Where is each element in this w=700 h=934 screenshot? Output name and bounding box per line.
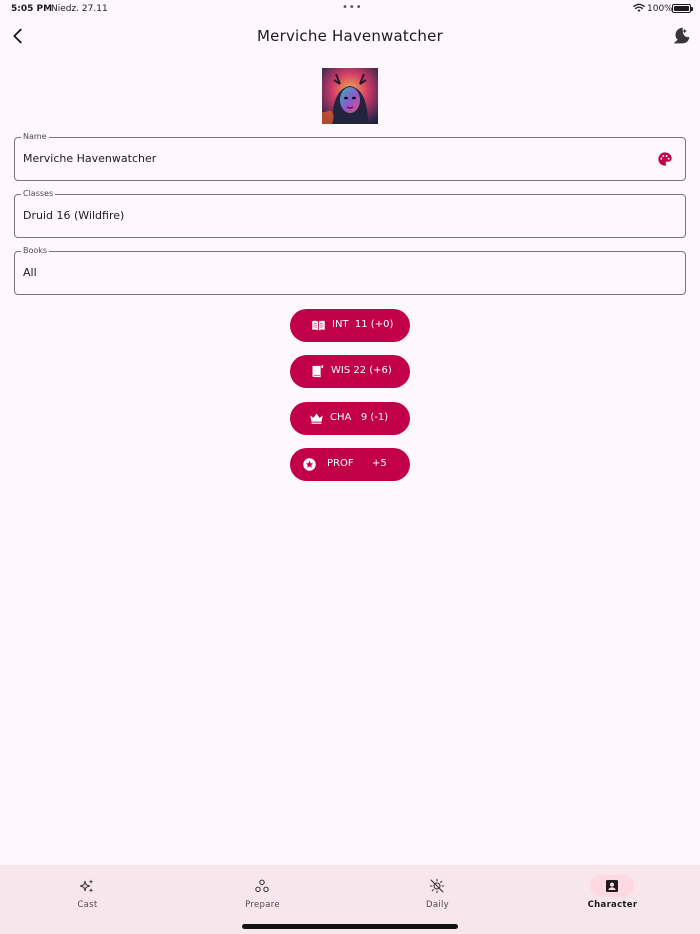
wis-stat-button[interactable]: WIS 22 (+6) — [290, 355, 410, 388]
status-date: Niedz. 27.11 — [51, 4, 108, 14]
battery-percent: 100% — [647, 4, 673, 14]
nav-label-cast: Cast — [77, 900, 98, 910]
multitasking-dots[interactable]: ••• — [342, 2, 363, 13]
int-stat-label: INT 11 (+0) — [332, 319, 394, 330]
nav-label-daily: Daily — [425, 900, 449, 910]
nav-icon-container — [590, 875, 634, 897]
home-indicator[interactable] — [242, 924, 458, 929]
nav-icon-container — [415, 875, 459, 897]
nav-item-character[interactable]: Character — [525, 865, 700, 925]
nav-item-daily[interactable]: Daily — [350, 865, 525, 925]
page-title: Merviche Havenwatcher — [257, 27, 443, 45]
character-page: 5:05 PM Niedz. 27.11 ••• 100% Merviche H… — [0, 0, 700, 934]
name-field-value[interactable]: Merviche Havenwatcher — [23, 152, 156, 165]
classes-field-label: Classes — [21, 188, 56, 200]
status-bar: 5:05 PM Niedz. 27.11 ••• 100% — [0, 0, 700, 18]
crown-icon — [310, 413, 323, 424]
sparkles-icon — [79, 879, 94, 893]
wifi-icon — [633, 3, 645, 12]
sun-off-icon — [429, 878, 445, 894]
cha-stat-label: CHA 9 (-1) — [330, 412, 389, 423]
books-field-value[interactable]: All — [23, 266, 37, 279]
book-bookmark-icon — [312, 365, 324, 378]
int-stat-button[interactable]: INT 11 (+0) — [290, 309, 410, 342]
books-field-label: Books — [21, 245, 50, 257]
nav-label-prepare: Prepare — [245, 900, 280, 910]
classes-field-value[interactable]: Druid 16 (Wildfire) — [23, 209, 124, 222]
dark-mode-icon[interactable] — [670, 25, 692, 47]
book-open-icon — [312, 320, 325, 331]
nav-icon-container — [240, 875, 284, 897]
palette-icon[interactable] — [657, 151, 673, 167]
prof-stat-button[interactable]: PROF +5 — [290, 448, 410, 481]
account-box-icon — [606, 880, 618, 892]
status-time: 5:05 PM — [11, 4, 53, 14]
circles-icon — [255, 879, 269, 893]
nav-icon-container — [65, 875, 109, 897]
books-field[interactable]: Books All — [14, 245, 686, 295]
prof-stat-label: PROF — [327, 458, 354, 469]
name-field[interactable]: Name Merviche Havenwatcher — [14, 131, 686, 181]
name-field-label: Name — [21, 131, 49, 143]
cha-stat-button[interactable]: CHA 9 (-1) — [290, 402, 410, 435]
wis-stat-label: WIS 22 (+6) — [331, 365, 392, 376]
nav-item-cast[interactable]: Cast — [0, 865, 175, 925]
nav-label-character: Character — [587, 900, 638, 910]
star-circle-icon — [303, 458, 316, 471]
prof-stat-value: +5 — [372, 458, 387, 469]
nav-item-prepare[interactable]: Prepare — [175, 865, 350, 925]
avatar[interactable] — [322, 68, 378, 124]
battery-icon — [672, 4, 693, 13]
character-portrait — [322, 68, 378, 124]
battery-fill — [674, 6, 689, 11]
app-bar: Merviche Havenwatcher — [0, 18, 700, 54]
classes-field[interactable]: Classes Druid 16 (Wildfire) — [14, 188, 686, 238]
